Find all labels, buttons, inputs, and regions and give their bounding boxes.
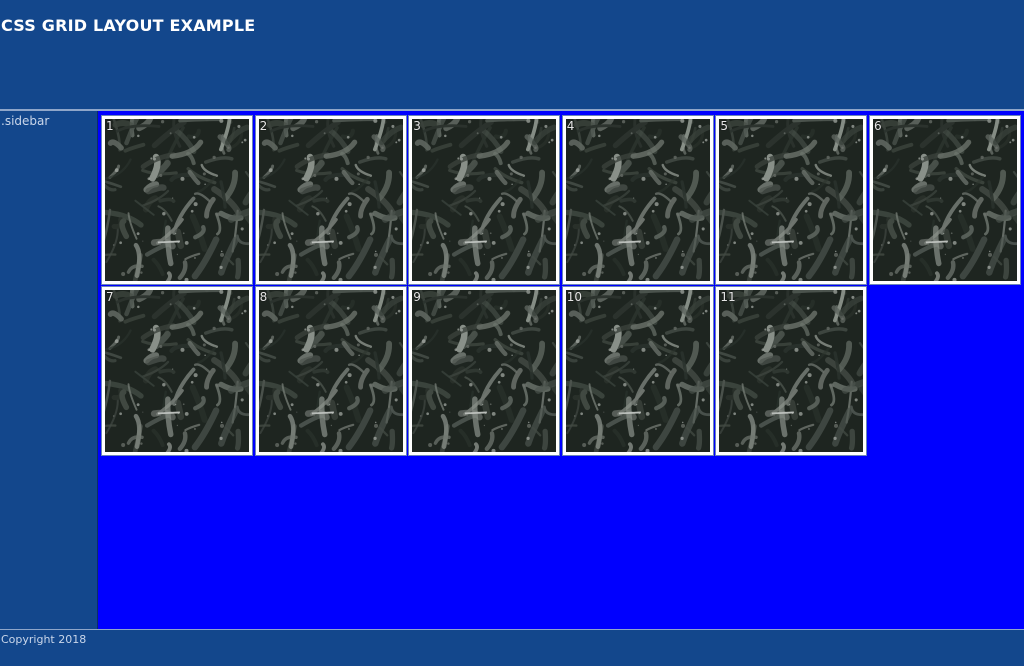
grid-tile: 10	[561, 286, 714, 456]
tile-number: 4	[566, 119, 575, 133]
grid-tile: 3	[408, 115, 561, 285]
tile-number: 10	[566, 290, 583, 304]
tile-image	[258, 290, 403, 452]
main-content: 1 2 3 4 5 6 7 8 9 10 11	[98, 111, 1024, 629]
tile-image	[872, 119, 1017, 281]
tile-number: 7	[106, 290, 114, 304]
tile-image	[565, 119, 710, 281]
grid-tile: 6	[868, 115, 1021, 285]
grid-tile: 9	[408, 286, 561, 456]
tile-number: 2	[259, 119, 268, 133]
grid-tile: 11	[715, 286, 868, 456]
tile-number: 6	[873, 119, 882, 133]
tile-image	[258, 119, 403, 281]
page-header: CSS GRID LAYOUT EXAMPLE	[0, 0, 1024, 109]
grid-tile: 2	[254, 115, 407, 285]
tile-number: 3	[413, 119, 421, 133]
tile-number: 8	[259, 290, 268, 304]
grid-tile: 8	[254, 286, 407, 456]
tile-image	[565, 290, 710, 452]
tile-image	[412, 119, 557, 281]
tile-image	[412, 290, 557, 452]
grid-tile: 4	[561, 115, 714, 285]
image-grid: 1 2 3 4 5 6 7 8 9 10 11	[101, 115, 1021, 456]
page-title: CSS GRID LAYOUT EXAMPLE	[1, 16, 256, 35]
tile-image	[719, 119, 864, 281]
tile-number: 5	[720, 119, 729, 133]
tile-image	[105, 119, 249, 281]
grid-tile: 5	[715, 115, 868, 285]
page-footer: Copyright 2018	[0, 630, 1024, 666]
grid-tile: 7	[101, 286, 253, 456]
tile-number: 11	[720, 290, 736, 304]
tile-image	[105, 290, 249, 452]
tile-number: 1	[106, 119, 114, 133]
sidebar-label: .sidebar	[1, 114, 50, 128]
sidebar: .sidebar	[0, 111, 98, 629]
grid-tile: 1	[101, 115, 253, 285]
tile-image	[719, 290, 864, 452]
tile-number: 9	[413, 290, 421, 304]
copyright-text: Copyright 2018	[1, 633, 87, 646]
